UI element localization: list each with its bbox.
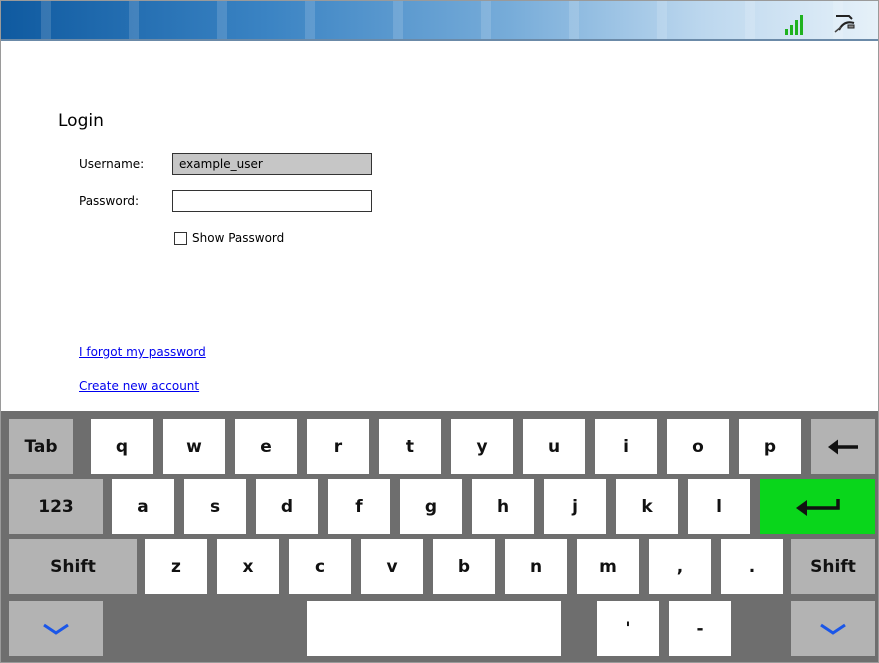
key-label: i [623, 436, 629, 457]
key-label: m [599, 556, 617, 577]
key-label: , [676, 556, 684, 577]
key-label: y [476, 436, 488, 457]
shift-key-label: Shift [50, 556, 96, 577]
signal-strength-icon [785, 13, 809, 35]
on-screen-keyboard: Tab q w e r t y u i o p 123 a s d f g h … [1, 411, 878, 662]
key-m[interactable]: m [577, 539, 639, 594]
key-f[interactable]: f [328, 479, 390, 534]
key-apostrophe[interactable]: ' [597, 601, 659, 656]
key-w[interactable]: w [163, 419, 225, 474]
app-window: Login Username: Password: Show Password … [0, 0, 879, 663]
key-label: e [260, 436, 272, 457]
key-n[interactable]: n [505, 539, 567, 594]
page-title: Login [58, 111, 104, 131]
show-password-label[interactable]: Show Password [192, 231, 284, 245]
key-g[interactable]: g [400, 479, 462, 534]
hide-keyboard-right-key[interactable] [791, 601, 875, 656]
username-field[interactable] [172, 153, 372, 175]
create-account-link[interactable]: Create new account [79, 379, 199, 393]
key-x[interactable]: x [217, 539, 279, 594]
username-label: Username: [79, 157, 145, 171]
key-y[interactable]: y [451, 419, 513, 474]
key-i[interactable]: i [595, 419, 657, 474]
backspace-key[interactable] [811, 419, 875, 474]
shift-left-key[interactable]: Shift [9, 539, 137, 594]
key-q[interactable]: q [91, 419, 153, 474]
key-label: j [572, 496, 578, 517]
key-label: u [547, 436, 561, 457]
key-a[interactable]: a [112, 479, 174, 534]
tab-key-label: Tab [24, 436, 58, 457]
key-r[interactable]: r [307, 419, 369, 474]
forgot-password-link[interactable]: I forgot my password [79, 345, 206, 359]
backspace-arrow-icon [828, 439, 858, 454]
key-label: g [424, 496, 438, 517]
key-l[interactable]: l [688, 479, 750, 534]
numbers-key[interactable]: 123 [9, 479, 103, 534]
key-t[interactable]: t [379, 419, 441, 474]
connection-plug-icon [834, 15, 855, 33]
key-label: f [355, 496, 363, 517]
key-o[interactable]: o [667, 419, 729, 474]
chevron-down-icon [43, 623, 69, 635]
key-label: k [641, 496, 653, 517]
shift-key-label: Shift [810, 556, 856, 577]
key-label: l [716, 496, 722, 517]
enter-arrow-icon [795, 498, 840, 516]
key-u[interactable]: u [523, 419, 585, 474]
key-c[interactable]: c [289, 539, 351, 594]
key-label: h [496, 496, 510, 517]
status-bar [1, 1, 878, 39]
key-z[interactable]: z [145, 539, 207, 594]
numbers-key-label: 123 [38, 496, 74, 517]
key-label: s [209, 496, 221, 517]
chevron-down-icon [820, 623, 846, 635]
space-key[interactable] [307, 601, 561, 656]
key-j[interactable]: j [544, 479, 606, 534]
key-label: c [314, 556, 326, 577]
key-label: t [405, 436, 415, 457]
hide-keyboard-left-key[interactable] [9, 601, 103, 656]
key-label: a [137, 496, 149, 517]
key-e[interactable]: e [235, 419, 297, 474]
key-p[interactable]: p [739, 419, 801, 474]
key-k[interactable]: k [616, 479, 678, 534]
key-h[interactable]: h [472, 479, 534, 534]
show-password-checkbox[interactable] [174, 232, 187, 245]
shift-right-key[interactable]: Shift [791, 539, 875, 594]
key-hyphen[interactable]: - [669, 601, 731, 656]
key-period[interactable]: . [721, 539, 783, 594]
key-d[interactable]: d [256, 479, 318, 534]
key-v[interactable]: v [361, 539, 423, 594]
key-label: d [280, 496, 294, 517]
key-label: r [333, 436, 343, 457]
key-label: b [457, 556, 471, 577]
key-label: v [386, 556, 398, 577]
key-comma[interactable]: , [649, 539, 711, 594]
key-label: . [748, 556, 756, 577]
key-label: o [692, 436, 704, 457]
key-label: x [242, 556, 254, 577]
key-b[interactable]: b [433, 539, 495, 594]
key-label: ' [625, 618, 631, 639]
key-label: z [171, 556, 181, 577]
tab-key[interactable]: Tab [9, 419, 73, 474]
key-label: n [529, 556, 543, 577]
password-field[interactable] [172, 190, 372, 212]
password-label: Password: [79, 194, 140, 208]
key-label: q [115, 436, 129, 457]
key-s[interactable]: s [184, 479, 246, 534]
enter-key[interactable] [760, 479, 875, 534]
key-label: p [763, 436, 777, 457]
key-label: w [186, 436, 202, 457]
key-label: - [696, 618, 704, 639]
status-bar-divider [1, 39, 878, 41]
